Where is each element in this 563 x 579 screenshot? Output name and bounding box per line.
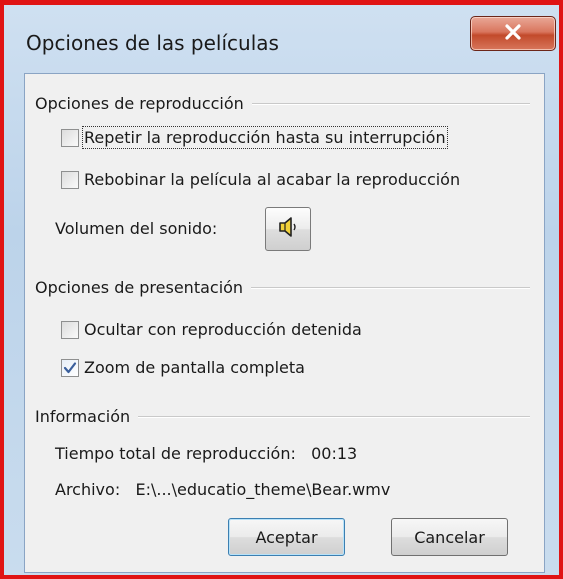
loop-option[interactable]: Repetir la reproducción hasta su interru…: [61, 126, 448, 149]
playback-options-label: Opciones de reproducción: [35, 93, 244, 113]
zoom-checkbox[interactable]: [61, 358, 79, 377]
display-options-label: Opciones de presentación: [35, 277, 244, 297]
speaker-icon: [277, 215, 299, 243]
group-divider: [251, 287, 530, 289]
display-options-group: Opciones de presentación: [35, 273, 530, 301]
information-group: Información: [35, 402, 530, 430]
total-time-text: Tiempo total de reproducción: 00:13: [55, 444, 358, 463]
hide-label[interactable]: Ocultar con reproducción detenida: [84, 320, 362, 339]
information-label: Información: [35, 406, 131, 426]
checkmark-icon: [63, 361, 77, 373]
title-bar[interactable]: Opciones de las películas: [4, 5, 559, 75]
file-path-text: Archivo: E:\...\educatio_theme\Bear.wmv: [55, 480, 391, 499]
loop-checkbox[interactable]: [61, 128, 79, 147]
cancel-button[interactable]: Cancelar: [391, 518, 508, 556]
volume-button[interactable]: [265, 207, 311, 251]
zoom-option[interactable]: Zoom de pantalla completa: [61, 358, 305, 377]
group-divider: [251, 103, 530, 105]
loop-label[interactable]: Repetir la reproducción hasta su interru…: [82, 126, 448, 149]
playback-options-group: Opciones de reproducción: [35, 89, 530, 117]
dialog-title: Opciones de las películas: [26, 31, 279, 55]
ok-button[interactable]: Aceptar: [228, 518, 345, 556]
close-button[interactable]: [470, 16, 556, 51]
hide-checkbox[interactable]: [61, 320, 79, 339]
volume-label: Volumen del sonido:: [55, 219, 218, 238]
dialog-body: Opciones de reproducción Repetir la repr…: [24, 73, 545, 573]
zoom-label[interactable]: Zoom de pantalla completa: [84, 358, 305, 377]
close-x-icon: [503, 23, 523, 45]
rewind-label[interactable]: Rebobinar la película al acabar la repro…: [84, 170, 460, 189]
group-divider: [138, 416, 530, 418]
dialog-window: Opciones de las películas Opciones de re…: [0, 0, 563, 579]
hide-option[interactable]: Ocultar con reproducción detenida: [61, 320, 362, 339]
rewind-option[interactable]: Rebobinar la película al acabar la repro…: [61, 170, 460, 189]
rewind-checkbox[interactable]: [61, 170, 79, 189]
